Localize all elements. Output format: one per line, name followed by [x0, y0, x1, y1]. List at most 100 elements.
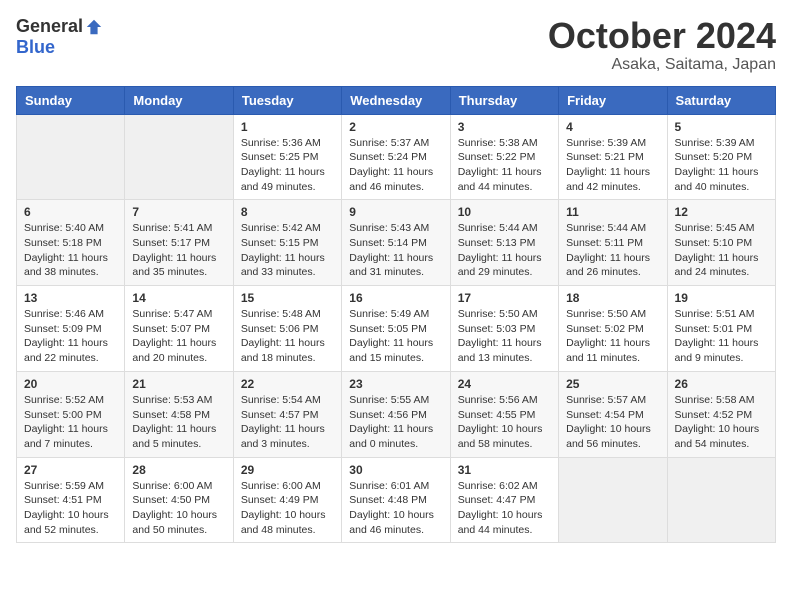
- logo-general-text: General: [16, 16, 83, 37]
- calendar-day-cell: [559, 457, 667, 543]
- calendar-header-tuesday: Tuesday: [233, 86, 341, 114]
- day-info: Sunrise: 5:37 AM Sunset: 5:24 PM Dayligh…: [349, 136, 442, 195]
- day-number: 17: [458, 291, 551, 305]
- day-number: 25: [566, 377, 659, 391]
- day-info: Sunrise: 5:56 AM Sunset: 4:55 PM Dayligh…: [458, 393, 551, 452]
- day-info: Sunrise: 5:39 AM Sunset: 5:20 PM Dayligh…: [675, 136, 768, 195]
- logo-blue-text: Blue: [16, 37, 55, 58]
- day-number: 20: [24, 377, 117, 391]
- calendar-day-cell: 22Sunrise: 5:54 AM Sunset: 4:57 PM Dayli…: [233, 371, 341, 457]
- day-number: 23: [349, 377, 442, 391]
- day-info: Sunrise: 5:49 AM Sunset: 5:05 PM Dayligh…: [349, 307, 442, 366]
- title-section: October 2024 Asaka, Saitama, Japan: [548, 16, 776, 74]
- calendar-day-cell: [125, 114, 233, 200]
- calendar-header-saturday: Saturday: [667, 86, 775, 114]
- month-title: October 2024: [548, 16, 776, 56]
- day-number: 6: [24, 205, 117, 219]
- day-info: Sunrise: 5:43 AM Sunset: 5:14 PM Dayligh…: [349, 221, 442, 280]
- calendar-day-cell: 29 Sunrise: 6:00 AM Sunset: 4:49 PM Dayli…: [233, 457, 341, 543]
- day-info: Sunrise: 5:36 AM Sunset: 5:25 PM Dayligh…: [241, 136, 334, 195]
- day-number: 2: [349, 120, 442, 134]
- day-info: Sunrise: 5:38 AM Sunset: 5:22 PM Dayligh…: [458, 136, 551, 195]
- calendar-day-cell: 18 Sunrise: 5:50 AM Sunset: 5:02 PM Dayli…: [559, 286, 667, 372]
- calendar-day-cell: 19 Sunrise: 5:51 AM Sunset: 5:01 PM Dayli…: [667, 286, 775, 372]
- calendar-header-thursday: Thursday: [450, 86, 558, 114]
- day-info: Sunrise: 5:51 AM Sunset: 5:01 PM Dayligh…: [675, 307, 768, 366]
- calendar-day-cell: 14Sunrise: 5:47 AM Sunset: 5:07 PM Dayli…: [125, 286, 233, 372]
- calendar-header-sunday: Sunday: [17, 86, 125, 114]
- day-info: Sunrise: 5:48 AM Sunset: 5:06 PM Dayligh…: [241, 307, 334, 366]
- calendar-day-cell: 4 Sunrise: 5:39 AM Sunset: 5:21 PM Daylig…: [559, 114, 667, 200]
- day-number: 30: [349, 463, 442, 477]
- day-info: Sunrise: 6:00 AM Sunset: 4:50 PM Dayligh…: [132, 479, 225, 538]
- calendar-day-cell: 23 Sunrise: 5:55 AM Sunset: 4:56 PM Dayli…: [342, 371, 450, 457]
- day-info: Sunrise: 5:47 AM Sunset: 5:07 PM Dayligh…: [132, 307, 225, 366]
- day-info: Sunrise: 5:54 AM Sunset: 4:57 PM Dayligh…: [241, 393, 334, 452]
- day-number: 4: [566, 120, 659, 134]
- day-number: 31: [458, 463, 551, 477]
- calendar-header-friday: Friday: [559, 86, 667, 114]
- day-number: 21: [132, 377, 225, 391]
- day-info: Sunrise: 5:55 AM Sunset: 4:56 PM Dayligh…: [349, 393, 442, 452]
- calendar-day-cell: 17 Sunrise: 5:50 AM Sunset: 5:03 PM Dayli…: [450, 286, 558, 372]
- calendar-day-cell: 9Sunrise: 5:43 AM Sunset: 5:14 PM Daylig…: [342, 200, 450, 286]
- day-info: Sunrise: 5:50 AM Sunset: 5:03 PM Dayligh…: [458, 307, 551, 366]
- calendar-day-cell: 10Sunrise: 5:44 AM Sunset: 5:13 PM Dayli…: [450, 200, 558, 286]
- calendar-day-cell: 21 Sunrise: 5:53 AM Sunset: 4:58 PM Dayli…: [125, 371, 233, 457]
- day-info: Sunrise: 5:52 AM Sunset: 5:00 PM Dayligh…: [24, 393, 117, 452]
- day-number: 19: [675, 291, 768, 305]
- day-info: Sunrise: 5:39 AM Sunset: 5:21 PM Dayligh…: [566, 136, 659, 195]
- day-info: Sunrise: 6:00 AM Sunset: 4:49 PM Dayligh…: [241, 479, 334, 538]
- page-header: General Blue October 2024 Asaka, Saitama…: [16, 16, 776, 74]
- calendar-day-cell: 16 Sunrise: 5:49 AM Sunset: 5:05 PM Dayli…: [342, 286, 450, 372]
- logo-icon: [85, 18, 103, 36]
- day-info: Sunrise: 5:44 AM Sunset: 5:11 PM Dayligh…: [566, 221, 659, 280]
- logo: General Blue: [16, 16, 103, 58]
- day-number: 24: [458, 377, 551, 391]
- day-info: Sunrise: 6:01 AM Sunset: 4:48 PM Dayligh…: [349, 479, 442, 538]
- calendar-day-cell: 3 Sunrise: 5:38 AM Sunset: 5:22 PM Daylig…: [450, 114, 558, 200]
- calendar-day-cell: 20 Sunrise: 5:52 AM Sunset: 5:00 PM Dayli…: [17, 371, 125, 457]
- day-info: Sunrise: 5:58 AM Sunset: 4:52 PM Dayligh…: [675, 393, 768, 452]
- calendar-day-cell: 25Sunrise: 5:57 AM Sunset: 4:54 PM Dayli…: [559, 371, 667, 457]
- day-info: Sunrise: 5:59 AM Sunset: 4:51 PM Dayligh…: [24, 479, 117, 538]
- day-number: 7: [132, 205, 225, 219]
- calendar-week-row: 6 Sunrise: 5:40 AM Sunset: 5:18 PM Daylig…: [17, 200, 776, 286]
- day-info: Sunrise: 5:42 AM Sunset: 5:15 PM Dayligh…: [241, 221, 334, 280]
- calendar-day-cell: 31 Sunrise: 6:02 AM Sunset: 4:47 PM Dayli…: [450, 457, 558, 543]
- day-info: Sunrise: 5:53 AM Sunset: 4:58 PM Dayligh…: [132, 393, 225, 452]
- day-number: 13: [24, 291, 117, 305]
- day-number: 3: [458, 120, 551, 134]
- day-number: 12: [675, 205, 768, 219]
- calendar-day-cell: 24 Sunrise: 5:56 AM Sunset: 4:55 PM Dayli…: [450, 371, 558, 457]
- calendar-day-cell: [17, 114, 125, 200]
- day-info: Sunrise: 5:41 AM Sunset: 5:17 PM Dayligh…: [132, 221, 225, 280]
- day-info: Sunrise: 5:45 AM Sunset: 5:10 PM Dayligh…: [675, 221, 768, 280]
- day-number: 1: [241, 120, 334, 134]
- day-info: Sunrise: 6:02 AM Sunset: 4:47 PM Dayligh…: [458, 479, 551, 538]
- day-number: 18: [566, 291, 659, 305]
- calendar-header-monday: Monday: [125, 86, 233, 114]
- calendar-day-cell: 13 Sunrise: 5:46 AM Sunset: 5:09 PM Dayli…: [17, 286, 125, 372]
- day-number: 28: [132, 463, 225, 477]
- day-number: 26: [675, 377, 768, 391]
- calendar-week-row: 13 Sunrise: 5:46 AM Sunset: 5:09 PM Dayli…: [17, 286, 776, 372]
- day-number: 29: [241, 463, 334, 477]
- day-info: Sunrise: 5:46 AM Sunset: 5:09 PM Dayligh…: [24, 307, 117, 366]
- calendar-day-cell: 28 Sunrise: 6:00 AM Sunset: 4:50 PM Dayli…: [125, 457, 233, 543]
- calendar-header-row: SundayMondayTuesdayWednesdayThursdayFrid…: [17, 86, 776, 114]
- day-number: 16: [349, 291, 442, 305]
- calendar-day-cell: 15Sunrise: 5:48 AM Sunset: 5:06 PM Dayli…: [233, 286, 341, 372]
- day-number: 5: [675, 120, 768, 134]
- calendar-header-wednesday: Wednesday: [342, 86, 450, 114]
- calendar-day-cell: 12 Sunrise: 5:45 AM Sunset: 5:10 PM Dayli…: [667, 200, 775, 286]
- day-info: Sunrise: 5:50 AM Sunset: 5:02 PM Dayligh…: [566, 307, 659, 366]
- day-number: 11: [566, 205, 659, 219]
- calendar-day-cell: 8 Sunrise: 5:42 AM Sunset: 5:15 PM Daylig…: [233, 200, 341, 286]
- calendar-day-cell: 7 Sunrise: 5:41 AM Sunset: 5:17 PM Daylig…: [125, 200, 233, 286]
- calendar-day-cell: 1 Sunrise: 5:36 AM Sunset: 5:25 PM Daylig…: [233, 114, 341, 200]
- day-info: Sunrise: 5:40 AM Sunset: 5:18 PM Dayligh…: [24, 221, 117, 280]
- calendar-day-cell: 6 Sunrise: 5:40 AM Sunset: 5:18 PM Daylig…: [17, 200, 125, 286]
- calendar-day-cell: 2 Sunrise: 5:37 AM Sunset: 5:24 PM Daylig…: [342, 114, 450, 200]
- day-number: 8: [241, 205, 334, 219]
